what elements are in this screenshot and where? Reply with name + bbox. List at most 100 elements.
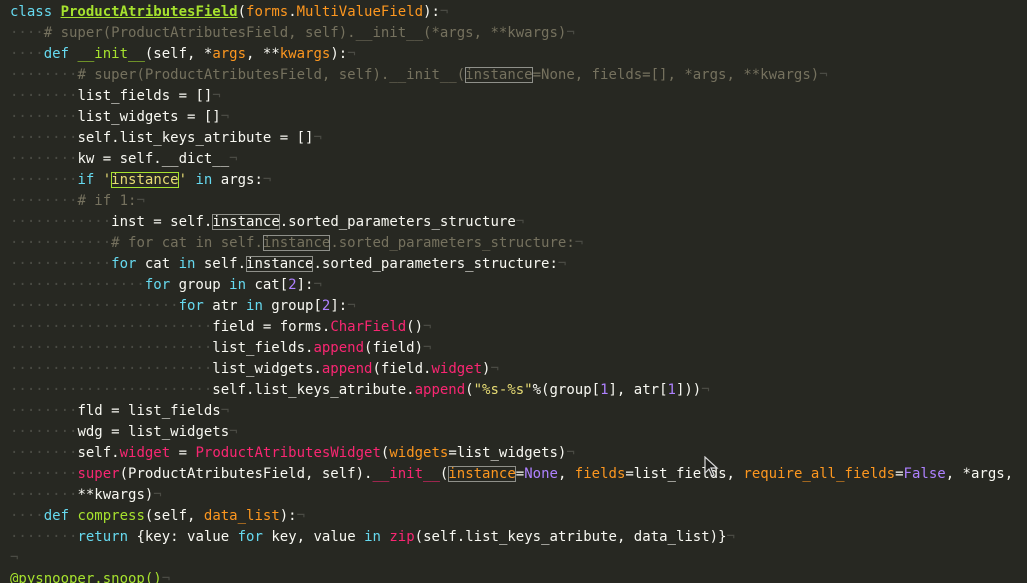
eol-marker: ¬ xyxy=(701,382,710,398)
indent-whitespace: ············ xyxy=(10,256,112,272)
code-token: = xyxy=(895,466,904,482)
code-line[interactable]: ····def __init__(self, *args, **kwargs):… xyxy=(10,44,356,65)
eol-marker: ¬ xyxy=(423,319,432,335)
indent-whitespace: ········ xyxy=(10,487,78,503)
code-token: for xyxy=(144,277,179,293)
indent-whitespace: ························ xyxy=(10,361,213,377)
code-token: (field) xyxy=(364,340,424,356)
code-token: **kwargs) xyxy=(77,487,154,503)
eol-marker: ¬ xyxy=(347,46,356,62)
code-line[interactable]: ····def compress(self, data_list):¬ xyxy=(10,506,305,527)
code-token: {key: value xyxy=(136,529,238,545)
code-line[interactable]: @pysnooper.snoop()¬ xyxy=(10,569,170,583)
code-line[interactable]: ············inst = self.instance.sorted_… xyxy=(10,212,524,233)
eol-marker: ¬ xyxy=(10,550,19,566)
code-token: , xyxy=(557,466,575,482)
code-token: in xyxy=(229,277,247,293)
code-token: kw = self.__dict__ xyxy=(77,151,230,167)
code-token: 1 xyxy=(667,382,676,398)
code-token: kwargs xyxy=(279,46,331,62)
code-token: instance xyxy=(246,256,314,272)
code-token: = xyxy=(170,445,196,461)
code-token: list_fields = [] xyxy=(77,88,213,104)
code-token: ProductAtributesWidget xyxy=(195,445,381,461)
code-token: 1 xyxy=(600,382,609,398)
code-line[interactable]: ········kw = self.__dict__¬ xyxy=(10,149,238,170)
code-token: group xyxy=(178,277,230,293)
indent-whitespace: ········ xyxy=(10,193,78,209)
indent-whitespace: ···· xyxy=(10,46,44,62)
eol-marker: ¬ xyxy=(229,424,238,440)
code-line[interactable]: ························self.list_keys_a… xyxy=(10,380,710,401)
code-token: list_widgets = [] xyxy=(77,109,221,125)
code-line[interactable]: ····# super(ProductAtributesField, self)… xyxy=(10,23,575,44)
code-token: for xyxy=(178,298,213,314)
code-line[interactable]: ························list_fields.appe… xyxy=(10,338,431,359)
eol-marker: ¬ xyxy=(557,256,567,272)
code-line[interactable]: ········# if 1:¬ xyxy=(10,191,145,212)
indent-whitespace: ···················· xyxy=(10,298,179,314)
eol-marker: ¬ xyxy=(423,340,432,356)
code-line[interactable]: ¬ xyxy=(10,548,18,569)
code-token: 2 xyxy=(288,277,297,293)
code-line[interactable]: ············for cat in self.instance.sor… xyxy=(10,254,566,275)
code-line[interactable]: ············# for cat in self.instance.s… xyxy=(10,233,583,254)
code-line[interactable]: ········list_widgets = []¬ xyxy=(10,107,229,128)
code-line[interactable]: class ProductAtributesField(forms.MultiV… xyxy=(10,2,448,23)
eol-marker: ¬ xyxy=(490,361,499,377)
code-token: =list_widgets) xyxy=(448,445,567,461)
eol-marker: ¬ xyxy=(212,88,221,104)
code-token: atr xyxy=(212,298,247,314)
code-token: =None, fields=[], *args, **kwargs) xyxy=(532,67,820,83)
code-token: __init__ xyxy=(372,466,440,482)
code-token: ' xyxy=(102,172,112,188)
code-token: %(group[ xyxy=(532,382,601,398)
code-token: append xyxy=(313,340,365,356)
code-token: list_widgets. xyxy=(212,361,322,377)
code-line[interactable]: ····················for atr in group[2]:… xyxy=(10,296,356,317)
code-token: __init__ xyxy=(77,46,145,62)
indent-whitespace: ························ xyxy=(10,319,213,335)
code-line[interactable]: ········return {key: value for key, valu… xyxy=(10,527,735,548)
code-token: ( xyxy=(237,4,247,20)
code-token: return xyxy=(77,529,137,545)
eol-marker: ¬ xyxy=(566,25,575,41)
code-line[interactable]: ········self.list_keys_atribute = []¬ xyxy=(10,128,322,149)
eol-marker: ¬ xyxy=(819,67,828,83)
indent-whitespace: ········ xyxy=(10,403,78,419)
code-token: (self, xyxy=(144,508,204,524)
code-token: None xyxy=(524,466,558,482)
code-token: in xyxy=(195,172,213,188)
indent-whitespace: ························ xyxy=(10,382,213,398)
code-token: for xyxy=(111,256,145,272)
code-token: instance xyxy=(262,235,331,251)
eol-marker: ¬ xyxy=(262,172,272,188)
code-line[interactable]: ········wdg = list_widgets¬ xyxy=(10,422,238,443)
code-token: list_fields. xyxy=(212,340,314,356)
code-line[interactable]: ········if 'instance' in args:¬ xyxy=(10,170,271,191)
indent-whitespace: ············ xyxy=(10,235,112,251)
code-line[interactable]: ························list_widgets.app… xyxy=(10,359,499,380)
code-line[interactable]: ········# super(ProductAtributesField, s… xyxy=(10,65,828,86)
code-token: =list_fields, xyxy=(625,466,744,482)
code-line[interactable]: ········**kwargs)¬ xyxy=(10,485,162,506)
indent-whitespace: ········ xyxy=(10,445,78,461)
eol-marker: ¬ xyxy=(439,4,449,20)
code-editor[interactable]: class ProductAtributesField(forms.MultiV… xyxy=(0,0,1027,583)
eol-marker: ¬ xyxy=(313,277,322,293)
code-line[interactable]: ········fld = list_fields¬ xyxy=(10,401,229,422)
code-token: self. xyxy=(77,445,120,461)
code-line[interactable]: ········self.widget = ProductAtributesWi… xyxy=(10,443,575,464)
code-line[interactable]: ················for group in cat[2]:¬ xyxy=(10,275,322,296)
indent-whitespace: ········ xyxy=(10,130,78,146)
indent-whitespace: ········ xyxy=(10,88,78,104)
code-token: forms xyxy=(246,4,289,20)
code-line[interactable]: ························field = forms.Ch… xyxy=(10,317,431,338)
code-token: self.list_keys_atribute = [] xyxy=(77,130,314,146)
code-line[interactable]: ········list_fields = []¬ xyxy=(10,86,221,107)
code-token: .sorted_parameters_structure xyxy=(279,214,516,230)
eol-marker: ¬ xyxy=(161,571,171,583)
code-token: MultiValueField xyxy=(296,4,424,20)
code-token: require_all_fields xyxy=(743,466,896,482)
code-line[interactable]: ········super(ProductAtributesField, sel… xyxy=(10,464,1013,485)
